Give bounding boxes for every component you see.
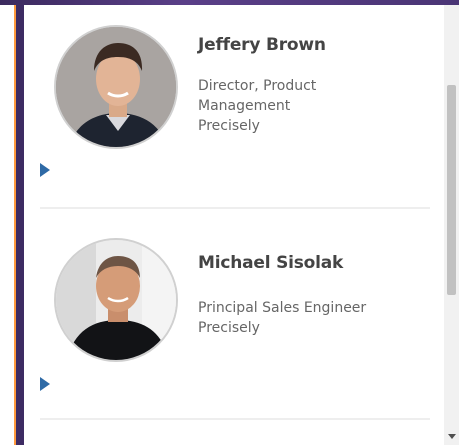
speakers-panel: Jeffery Brown Director, Product Manageme… [24,5,444,445]
speaker-card: Jeffery Brown Director, Product Manageme… [40,5,430,215]
speaker-role-line: Director, Product [198,78,317,94]
speaker-name: Michael Sisolak [198,253,344,273]
avatar-photo-jeffery-brown [56,27,176,147]
speaker-name: Jeffery Brown [198,35,326,55]
divider [40,418,430,420]
speaker-role-line: Management [198,98,291,114]
scroll-down-arrow-icon[interactable] [448,434,456,439]
speaker-card: Michael Sisolak Principal Sales Engineer… [40,215,430,425]
vertical-scrollbar[interactable] [444,5,459,445]
speaker-role: Principal Sales Engineer Precisely [198,298,408,338]
divider [40,207,430,209]
scrollbar-thumb[interactable] [447,85,456,295]
speaker-company: Precisely [198,320,260,336]
speaker-role: Director, Product Management Precisely [198,76,408,136]
avatar-photo-michael-sisolak [56,240,176,360]
avatar [54,25,178,149]
play-icon[interactable] [40,163,50,177]
left-frame [0,5,24,445]
play-icon[interactable] [40,377,50,391]
speaker-company: Precisely [198,118,260,134]
speaker-role-line: Principal Sales Engineer [198,300,367,316]
avatar [54,238,178,362]
